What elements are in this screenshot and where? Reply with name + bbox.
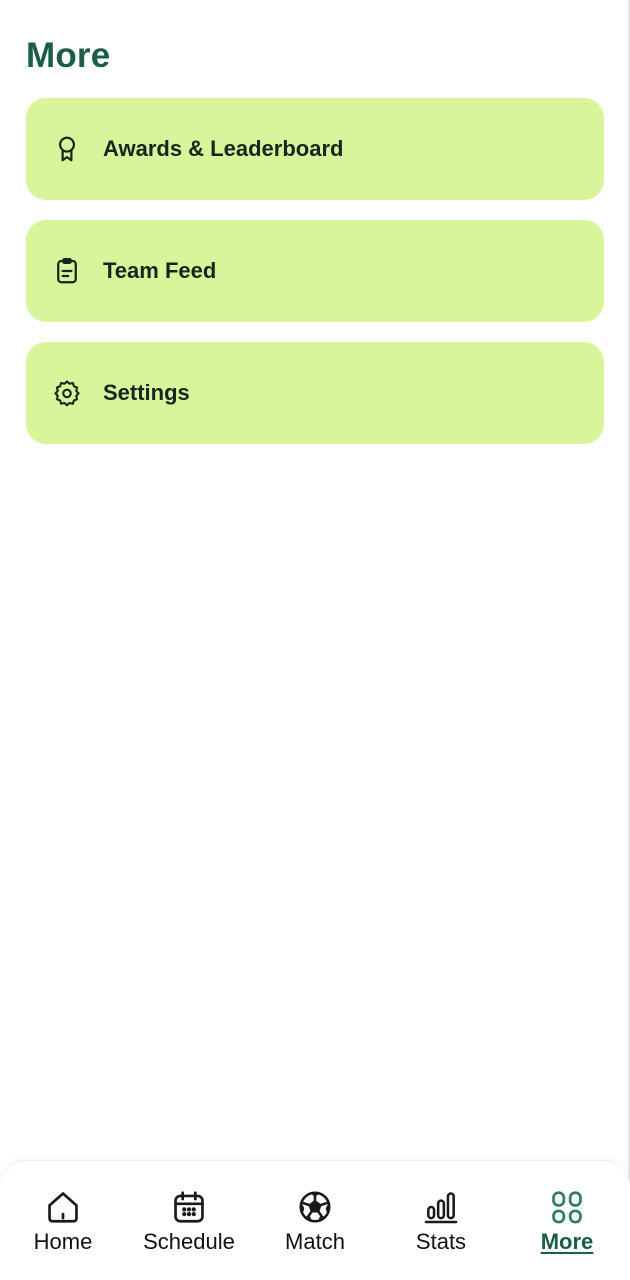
menu-item-label: Settings bbox=[103, 380, 190, 405]
nav-label: Schedule bbox=[143, 1229, 235, 1254]
bar-chart-icon bbox=[421, 1187, 461, 1227]
page-title: More bbox=[26, 36, 111, 75]
menu-item-awards-leaderboard[interactable]: Awards & Leaderboard bbox=[26, 98, 604, 200]
clipboard-icon bbox=[52, 256, 82, 286]
soccer-ball-icon bbox=[295, 1187, 335, 1227]
gear-icon bbox=[52, 378, 82, 408]
bottom-navigation: Home Schedule Match Stats More bbox=[0, 1160, 630, 1280]
home-icon bbox=[43, 1187, 83, 1227]
nav-item-match[interactable]: Match bbox=[252, 1161, 378, 1280]
nav-label: Match bbox=[285, 1229, 345, 1254]
nav-label: Home bbox=[33, 1229, 93, 1254]
app-screen: More Awards & Leaderboard Team Feed Sett… bbox=[0, 0, 630, 1280]
nav-label: Stats bbox=[415, 1229, 467, 1254]
nav-item-schedule[interactable]: Schedule bbox=[126, 1161, 252, 1280]
menu-item-settings[interactable]: Settings bbox=[26, 342, 604, 444]
grid-apps-icon bbox=[547, 1187, 587, 1227]
calendar-icon bbox=[169, 1187, 209, 1227]
nav-item-home[interactable]: Home bbox=[0, 1161, 126, 1280]
menu-list: Awards & Leaderboard Team Feed Settings bbox=[26, 98, 604, 464]
menu-item-team-feed[interactable]: Team Feed bbox=[26, 220, 604, 322]
menu-item-label: Team Feed bbox=[103, 258, 217, 283]
award-ribbon-icon bbox=[52, 134, 82, 164]
nav-label: More bbox=[540, 1229, 594, 1254]
menu-item-label: Awards & Leaderboard bbox=[103, 136, 344, 161]
nav-item-more[interactable]: More bbox=[504, 1161, 630, 1280]
nav-item-stats[interactable]: Stats bbox=[378, 1161, 504, 1280]
